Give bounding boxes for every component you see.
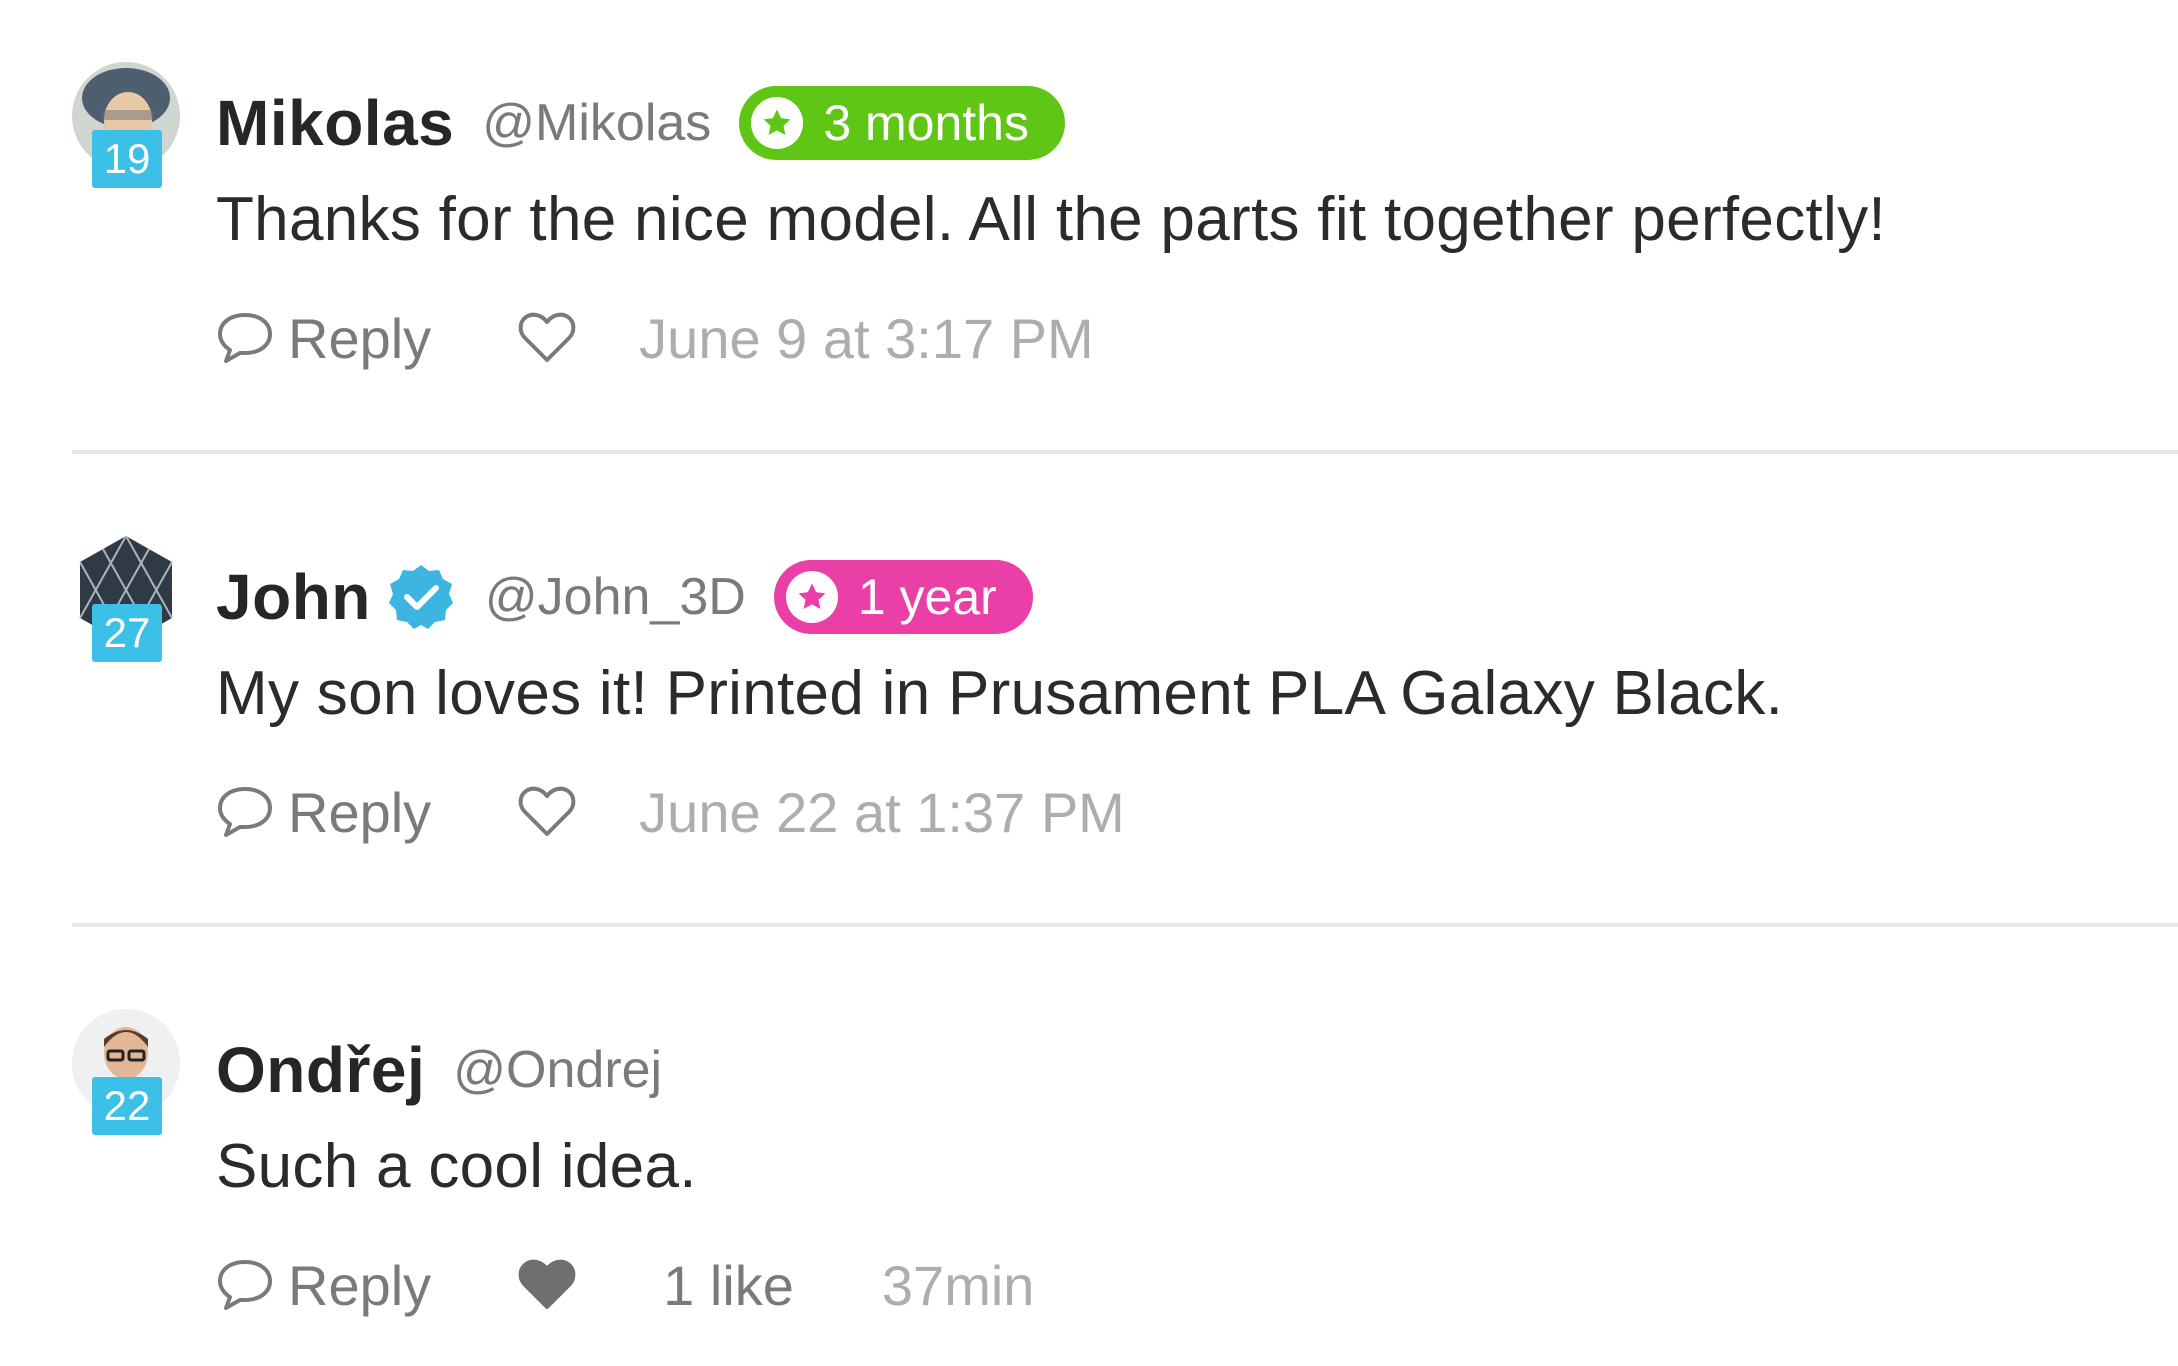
comment-actions: Reply June 22 at 1:37 PM xyxy=(216,772,1125,852)
tenure-badge: 3 months xyxy=(739,86,1065,160)
comment-body: Mikolas @Mikolas 3 months Thanks for the… xyxy=(216,80,2178,370)
reply-button[interactable]: Reply xyxy=(216,780,431,845)
heart-outline-icon[interactable] xyxy=(517,310,577,366)
comment-actions: Reply 1 like 37min xyxy=(216,1245,1034,1325)
tenure-badge: 1 year xyxy=(773,560,1033,634)
comment-actions: Reply June 9 at 3:17 PM xyxy=(216,298,1094,378)
user-name[interactable]: John xyxy=(216,560,371,634)
speech-bubble-icon xyxy=(218,1260,272,1310)
reply-label: Reply xyxy=(288,1253,432,1317)
divider xyxy=(72,450,2178,454)
comment-body: John @John_3D 1 year My son loves it! Pr… xyxy=(216,554,2178,844)
star-icon xyxy=(751,97,804,149)
reply-button[interactable]: Reply xyxy=(216,1253,431,1318)
reply-label: Reply xyxy=(288,780,432,844)
like-count[interactable]: 1 like xyxy=(663,1253,794,1318)
user-handle[interactable]: @John_3D xyxy=(485,567,746,627)
avatar[interactable]: 19 xyxy=(72,62,180,188)
tenure-label: 3 months xyxy=(823,95,1029,151)
level-badge: 27 xyxy=(92,604,162,662)
user-handle[interactable]: @Ondrej xyxy=(453,1040,662,1100)
comment-header: John @John_3D 1 year xyxy=(216,554,2178,640)
star-icon xyxy=(785,571,838,623)
heart-outline-icon[interactable] xyxy=(517,784,577,840)
level-badge: 22 xyxy=(92,1077,162,1135)
verified-badge-icon xyxy=(388,565,453,629)
user-name[interactable]: Ondřej xyxy=(216,1033,425,1107)
reply-label: Reply xyxy=(288,306,432,370)
avatar[interactable]: 22 xyxy=(72,1009,180,1135)
comment-body: Ondřej @Ondrej Such a cool idea. Reply 1… xyxy=(216,1027,2178,1317)
comment-text: Such a cool idea. xyxy=(216,1132,697,1201)
divider xyxy=(72,923,2178,927)
comment-header: Ondřej @Ondrej xyxy=(216,1027,2178,1113)
speech-bubble-icon xyxy=(218,787,272,837)
comment-header: Mikolas @Mikolas 3 months xyxy=(216,80,2178,166)
reply-button[interactable]: Reply xyxy=(216,306,431,371)
comment-text: My son loves it! Printed in Prusament PL… xyxy=(216,659,1784,728)
comment-text: Thanks for the nice model. All the parts… xyxy=(216,185,1886,254)
heart-filled-icon[interactable] xyxy=(517,1257,577,1313)
timestamp: June 9 at 3:17 PM xyxy=(639,306,1094,370)
timestamp: June 22 at 1:37 PM xyxy=(639,780,1125,844)
user-name[interactable]: Mikolas xyxy=(216,86,454,160)
timestamp: 37min xyxy=(881,1253,1035,1317)
comment-list: 19 Mikolas @Mikolas 3 months Thanks for … xyxy=(0,0,2178,1366)
user-handle[interactable]: @Mikolas xyxy=(482,93,711,153)
speech-bubble-icon xyxy=(218,313,272,363)
tenure-label: 1 year xyxy=(857,569,997,625)
avatar[interactable]: 27 xyxy=(72,536,180,662)
level-badge: 19 xyxy=(92,130,162,188)
